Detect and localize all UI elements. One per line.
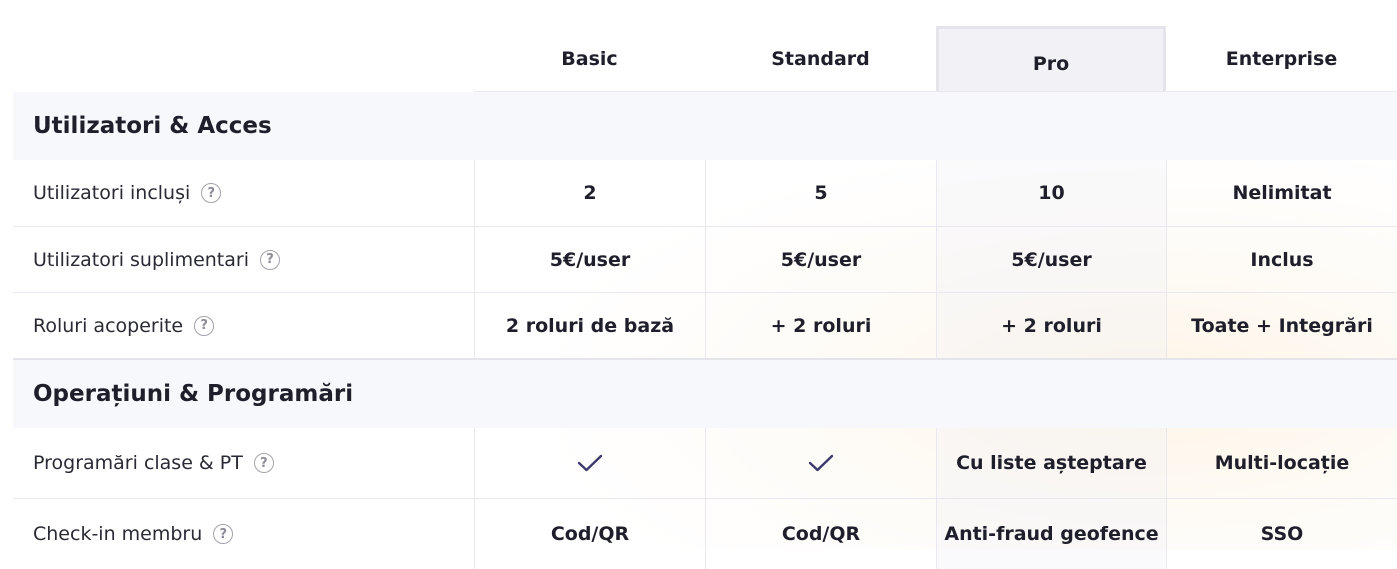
plan-header: Basic Standard Pro Enterprise: [0, 0, 1397, 92]
cell-basic: 2: [474, 160, 705, 226]
check-icon: [705, 428, 936, 498]
cell-enterprise: Multi-locație: [1166, 428, 1397, 498]
section-title: Utilizatori & Acces: [33, 113, 272, 139]
row-label: Programări clase & PT ?: [33, 428, 274, 498]
row-label: Check-in membru ?: [33, 499, 234, 569]
help-icon[interactable]: ?: [213, 524, 234, 544]
cell-standard: Cod/QR: [705, 499, 936, 569]
row-label-text: Check-in membru: [33, 523, 203, 545]
table-row: Utilizatori incluși ? 2 5 10 Nelimitat: [13, 160, 1397, 227]
check-icon: [474, 428, 705, 498]
cell-pro: 10: [936, 160, 1166, 226]
cell-enterprise: Nelimitat: [1166, 160, 1397, 226]
cell-standard: + 2 roluri: [705, 293, 936, 358]
cell-basic: 5€/user: [474, 227, 705, 292]
cell-pro: + 2 roluri: [936, 293, 1166, 358]
help-icon[interactable]: ?: [194, 315, 215, 336]
table-row: Check-in membru ? Cod/QR Cod/QR Anti-fra…: [13, 499, 1397, 569]
row-label: Utilizatori suplimentari ?: [33, 227, 280, 292]
plan-enterprise-header: Enterprise: [1225, 48, 1338, 70]
help-icon[interactable]: ?: [260, 249, 280, 270]
plan-standard-header: Standard: [771, 48, 870, 70]
row-label-text: Programări clase & PT: [33, 452, 243, 474]
cell-enterprise: SSO: [1166, 499, 1397, 569]
cell-pro: 5€/user: [936, 227, 1166, 292]
cell-basic: Cod/QR: [474, 499, 705, 569]
cell-pro: Cu liste așteptare: [936, 428, 1166, 498]
plan-pro-header: Pro: [936, 26, 1166, 92]
row-label-text: Utilizatori incluși: [33, 182, 191, 204]
section-users-access: Utilizatori & Acces: [13, 92, 1397, 160]
cell-pro: Anti-fraud geofence: [936, 499, 1166, 569]
row-label: Roluri acoperite ?: [33, 293, 215, 358]
cell-standard: 5: [705, 160, 936, 226]
row-label: Utilizatori incluși ?: [33, 160, 222, 226]
cell-enterprise: Inclus: [1166, 227, 1397, 292]
section-title: Operațiuni & Programări: [33, 381, 354, 407]
plan-basic-header: Basic: [561, 48, 618, 70]
table-row: Programări clase & PT ? Cu liste aștepta…: [13, 428, 1397, 499]
table-row: Roluri acoperite ? 2 roluri de bază + 2 …: [13, 293, 1397, 358]
row-label-text: Roluri acoperite: [33, 314, 184, 337]
cell-standard: 5€/user: [705, 227, 936, 292]
help-icon[interactable]: ?: [201, 183, 222, 203]
row-label-text: Utilizatori suplimentari: [33, 248, 249, 271]
cell-enterprise: Toate + Integrări: [1166, 293, 1397, 358]
table-row: Utilizatori suplimentari ? 5€/user 5€/us…: [13, 227, 1397, 293]
section-operations-scheduling: Operațiuni & Programări: [13, 360, 1397, 428]
cell-basic: 2 roluri de bază: [474, 293, 705, 358]
help-icon[interactable]: ?: [253, 453, 274, 473]
